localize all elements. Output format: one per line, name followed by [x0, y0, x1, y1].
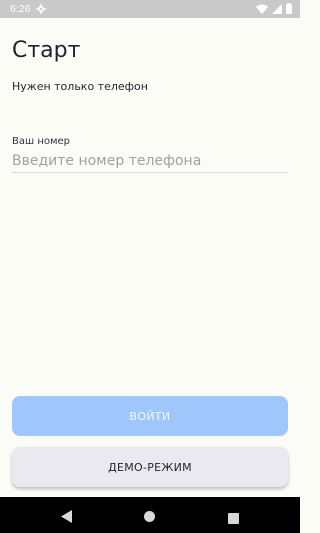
- phone-field-label: Ваш номер: [12, 136, 71, 147]
- cellular-signal-icon: [272, 3, 282, 17]
- gear-icon: [36, 4, 47, 14]
- system-navigation-bar: [0, 497, 300, 533]
- status-time: 6:26: [10, 3, 31, 15]
- page-subtitle: Нужен только телефон: [12, 80, 148, 93]
- status-bar: 6:26: [0, 0, 300, 18]
- status-icons: [256, 3, 292, 17]
- phone-input[interactable]: [12, 150, 288, 173]
- back-icon[interactable]: [61, 508, 73, 527]
- login-button[interactable]: ВОЙТИ: [12, 396, 288, 436]
- home-icon[interactable]: [143, 508, 156, 527]
- demo-mode-button[interactable]: ДЕМО-РЕЖИМ: [12, 447, 288, 487]
- battery-icon: [286, 3, 292, 17]
- wifi-icon: [256, 4, 268, 17]
- recents-icon[interactable]: [228, 509, 239, 528]
- page-title: Старт: [12, 38, 81, 63]
